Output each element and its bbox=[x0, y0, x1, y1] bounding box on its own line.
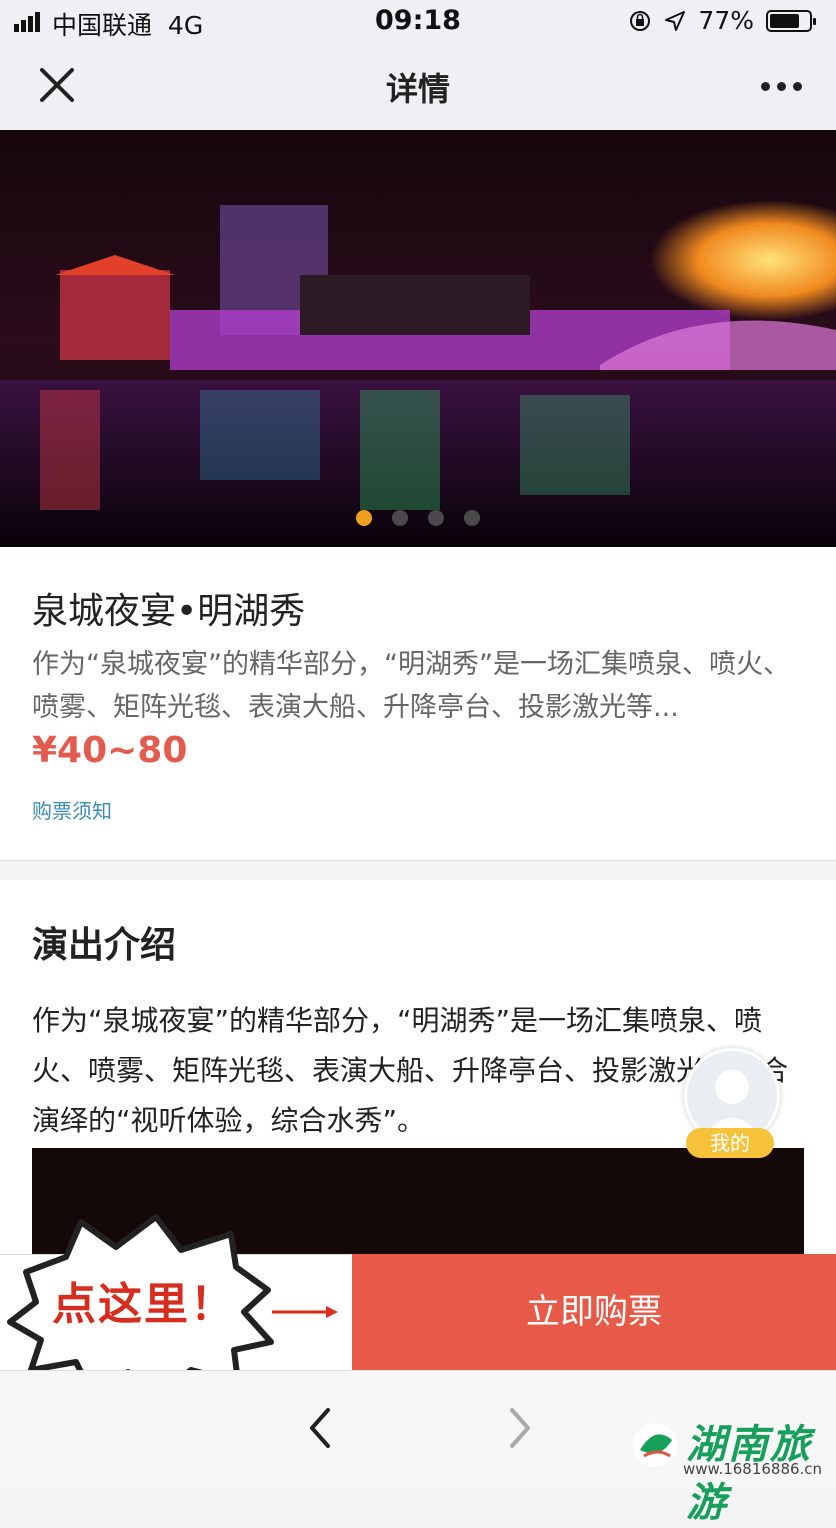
carousel-dot[interactable] bbox=[428, 510, 444, 526]
price-range: ¥40~80 bbox=[32, 730, 188, 771]
status-bar: 中国联通 4G 09:18 77% bbox=[0, 0, 836, 42]
battery-percent: 77% bbox=[698, 6, 754, 35]
watermark-logo bbox=[633, 1423, 677, 1467]
battery-icon bbox=[766, 9, 816, 32]
hero-image[interactable] bbox=[0, 130, 836, 547]
carousel-indicator[interactable] bbox=[0, 510, 836, 526]
ticket-notice-link[interactable]: 购票须知 bbox=[32, 795, 112, 824]
more-icon[interactable] bbox=[761, 82, 802, 91]
arrow-right-icon bbox=[272, 1306, 338, 1318]
orientation-lock-icon bbox=[630, 10, 651, 31]
location-icon bbox=[665, 10, 686, 31]
carousel-dot[interactable] bbox=[464, 510, 480, 526]
intro-heading: 演出介绍 bbox=[32, 925, 177, 966]
navigation-bar: 详情 bbox=[0, 42, 836, 131]
show-title: 泉城夜宴•明湖秀 bbox=[32, 591, 306, 632]
intro-text: 作为“泉城夜宴”的精华部分，“明湖秀”是一场汇集喷泉、喷 火、喷雾、矩阵光毯、表… bbox=[32, 996, 804, 1146]
show-summary: 作为“泉城夜宴”的精华部分，“明湖秀”是一场汇集喷泉、喷火、喷雾、矩阵光毯、表演… bbox=[32, 649, 790, 723]
watermark-url: www.16816886.cn bbox=[683, 1460, 823, 1478]
chevron-left-icon[interactable] bbox=[300, 1404, 340, 1452]
chevron-right-icon[interactable] bbox=[500, 1404, 540, 1452]
page-title: 详情 bbox=[385, 70, 450, 108]
buy-ticket-button[interactable]: 立即购票 bbox=[352, 1254, 836, 1370]
carousel-dot[interactable] bbox=[392, 510, 408, 526]
callout-text: 点这里！ bbox=[52, 1279, 236, 1330]
intro-line: 作为“泉城夜宴”的精华部分，“明湖秀”是一场汇集喷泉、喷 bbox=[32, 1004, 763, 1037]
my-profile-button[interactable]: 我的 bbox=[686, 1128, 774, 1158]
carousel-dot[interactable] bbox=[356, 510, 372, 526]
